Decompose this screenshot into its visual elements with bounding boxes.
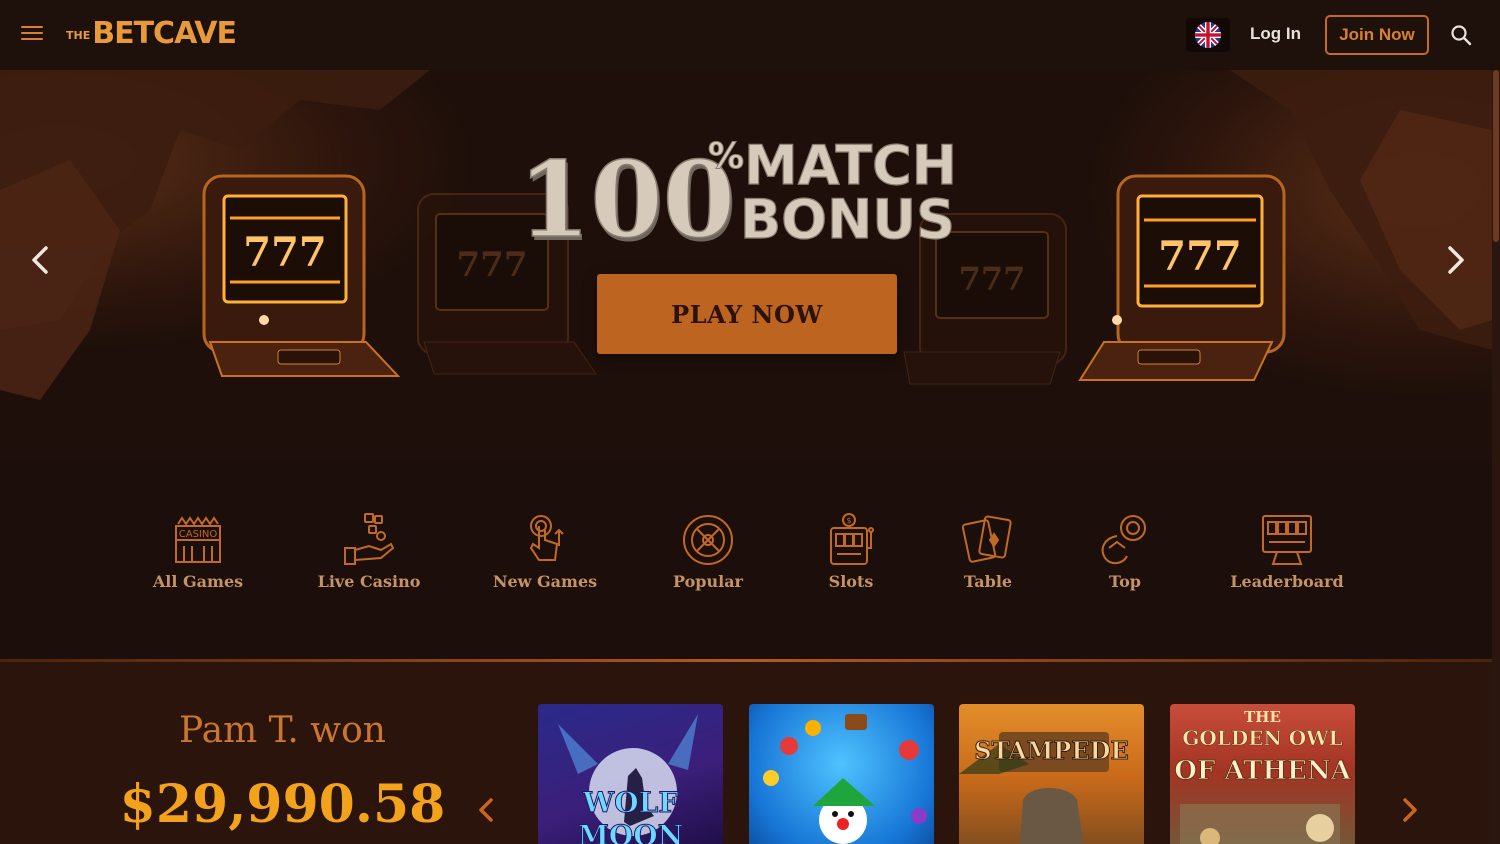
casino-building-icon: CASINO <box>175 516 221 563</box>
chevron-right-icon[interactable] <box>1400 794 1420 826</box>
headline-percent: % <box>708 136 744 177</box>
logo-text: BETCAVE <box>92 16 237 51</box>
scrollbar-thumb[interactable] <box>1493 70 1499 242</box>
game-title-line2: GOLDEN OWL <box>1182 726 1343 751</box>
game-categories: CASINO All Games Live Casino New Games P… <box>0 460 1492 660</box>
scoreboard-icon <box>1262 515 1312 565</box>
category-popular[interactable]: Popular <box>673 512 743 591</box>
slot-reels-left: 777 <box>243 229 327 276</box>
language-selector[interactable] <box>1186 18 1230 52</box>
search-icon[interactable] <box>1450 24 1472 46</box>
touch-hand-icon <box>529 515 564 561</box>
category-label: Live Casino <box>317 572 421 591</box>
category-table[interactable]: Table <box>961 512 1013 591</box>
hero-banner: 777 777 777 777 100 100 % MATCH BONUS PL… <box>0 70 1492 460</box>
slot-machine-left: 777 <box>202 174 401 377</box>
betcave-logo[interactable]: THE BETCAVE <box>66 12 237 52</box>
game-title: WOLF MOON <box>577 786 684 844</box>
stampede-art <box>959 732 1109 844</box>
game-tile-wolf-moon[interactable]: WOLF MOON <box>538 704 723 844</box>
headline-number: 100 <box>518 138 735 258</box>
play-now-button[interactable]: PLAY NOW <box>597 274 897 354</box>
category-slots[interactable]: $ Slots <box>826 512 876 591</box>
owl-athena-art <box>1180 804 1340 844</box>
chevron-left-icon[interactable] <box>26 240 56 280</box>
category-all-games[interactable]: CASINO All Games <box>153 512 243 591</box>
chevron-right-icon[interactable] <box>1440 240 1470 280</box>
slot-reels-right: 777 <box>1158 233 1242 280</box>
category-label: All Games <box>152 572 244 591</box>
category-label: Popular <box>673 572 743 591</box>
match-bonus-headline: 100 100 % MATCH BONUS <box>518 133 958 258</box>
category-label: Top <box>1109 572 1141 591</box>
slot-machine-icon: $ <box>830 513 874 565</box>
recent-winners: Pam T. won $29,990.58 WOLF MOON STAMPEDE… <box>0 662 1492 844</box>
category-label: New Games <box>492 572 598 591</box>
game-tile-stampede[interactable]: STAMPEDE <box>959 704 1144 844</box>
category-label: Table <box>963 572 1013 591</box>
playing-cards-icon <box>961 515 1012 563</box>
category-label: Leaderboard <box>1230 572 1344 591</box>
svg-text:CASINO: CASINO <box>179 529 218 540</box>
slot-machine-right: 777 <box>1078 174 1286 381</box>
game-title: STAMPEDE <box>974 736 1130 766</box>
category-live-casino[interactable]: Live Casino <box>318 512 420 591</box>
svg-text:777: 777 <box>457 245 528 285</box>
logo-prefix: THE <box>66 29 91 42</box>
category-leaderboard[interactable]: Leaderboard <box>1230 512 1344 591</box>
join-now-button[interactable]: Join Now <box>1325 15 1429 55</box>
login-button[interactable]: Log In <box>1250 24 1301 44</box>
medal-icon <box>1101 515 1146 564</box>
winner-name: Pam T. won <box>179 710 386 751</box>
roulette-wheel-icon <box>683 515 733 565</box>
uk-flag-icon <box>1195 22 1221 48</box>
category-new-games[interactable]: New Games <box>493 512 597 591</box>
svg-text:$: $ <box>846 516 851 525</box>
category-top[interactable]: Top <box>1100 512 1150 591</box>
headline-bonus: BONUS <box>740 188 955 251</box>
game-tile-golden-owl-of-athena[interactable]: THE GOLDEN OWL OF ATHENA <box>1170 704 1355 844</box>
chevron-left-icon[interactable] <box>476 794 496 826</box>
game-tile-joker-fruits[interactable] <box>749 704 934 844</box>
game-title-line3: OF ATHENA <box>1174 756 1352 787</box>
svg-text:777: 777 <box>959 260 1026 298</box>
category-label: Slots <box>828 572 874 591</box>
hamburger-menu-icon[interactable] <box>21 26 43 44</box>
dealer-hand-dice-icon <box>344 513 395 565</box>
game-title-line1: THE <box>1244 708 1281 726</box>
joker-fruits-art <box>763 714 927 844</box>
top-header: THE BETCAVE Log In Join Now <box>0 0 1500 70</box>
